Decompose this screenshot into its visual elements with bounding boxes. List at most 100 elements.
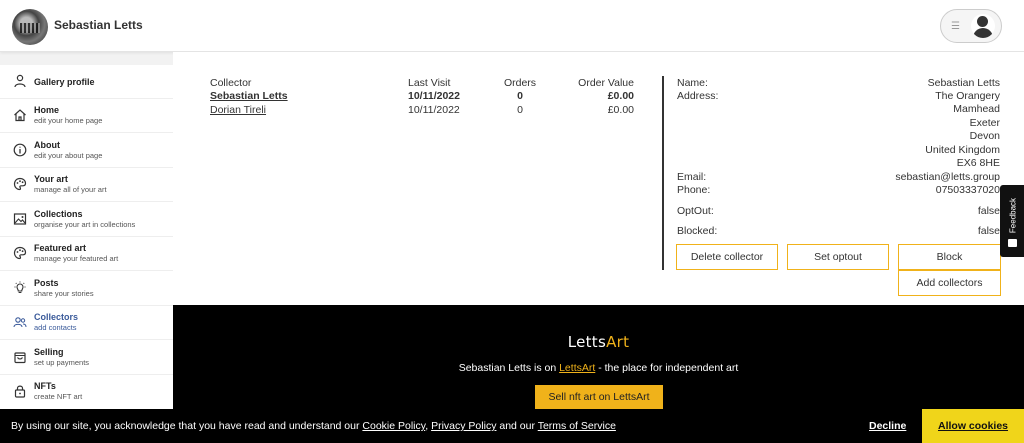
address-line: United Kingdom: [925, 144, 1000, 156]
cookie-and-our: and our: [496, 420, 538, 432]
allow-cookies-button[interactable]: Allow cookies: [922, 409, 1024, 443]
shopping-bag-icon: [14, 352, 26, 364]
phone-label: Phone:: [677, 184, 711, 196]
people-icon: [13, 317, 27, 328]
last-visit-cell: 10/11/2022: [408, 104, 460, 116]
lightbulb-icon: [14, 281, 26, 294]
delete-collector-button[interactable]: Delete collector: [676, 244, 778, 270]
address-line: Devon: [969, 130, 1000, 142]
tagline-suffix: - the place for independent art: [595, 362, 739, 374]
sidebar-item-collectors[interactable]: Collectors add contacts: [0, 306, 173, 340]
sidebar-item-sublabel: add contacts: [34, 323, 77, 332]
collector-name-link[interactable]: Dorian Tireli: [210, 104, 266, 116]
orders-cell: 0: [517, 90, 523, 102]
gallery-avatar[interactable]: [12, 9, 48, 45]
optout-value: false: [977, 205, 1000, 217]
terms-link[interactable]: Terms of Service: [538, 420, 616, 432]
sidebar-item-collections[interactable]: Collections organise your art in collect…: [0, 203, 173, 237]
lettsart-logo[interactable]: LettsArt: [173, 333, 1024, 351]
sidebar-item-sublabel: manage your featured art: [34, 254, 119, 263]
user-avatar-icon: [971, 14, 995, 38]
column-header-last-visit: Last Visit: [408, 77, 451, 89]
cookie-text: By using our site, you acknowledge that …: [11, 420, 616, 432]
sidebar-item-label: Selling: [34, 347, 64, 357]
sidebar-item-label: About: [34, 140, 60, 150]
orders-cell: 0: [517, 104, 523, 116]
name-value: Sebastian Letts: [927, 77, 1000, 89]
block-button[interactable]: Block: [898, 244, 1001, 270]
sidebar-item-your-art[interactable]: Your art manage all of your art: [0, 168, 173, 202]
collectors-panel: Collector Last Visit Orders Order Value …: [173, 52, 1024, 305]
order-value-cell: £0.00: [607, 104, 634, 116]
last-visit-cell: 10/11/2022: [408, 90, 460, 102]
image-icon: [13, 213, 27, 225]
column-header-order-value: Order Value: [578, 77, 634, 89]
vertical-divider: [662, 76, 664, 270]
cookie-text-prefix: By using our site, you acknowledge that …: [11, 420, 363, 432]
column-header-orders: Orders: [503, 77, 537, 89]
footer: LettsArt Sebastian Letts is on LettsArt …: [173, 305, 1024, 410]
sidebar-item-label: Collections: [34, 209, 83, 219]
address-line: Exeter: [969, 117, 1000, 129]
sidebar-item-sublabel: organise your art in collections: [34, 220, 136, 229]
cookie-policy-link[interactable]: Cookie Policy: [362, 420, 425, 432]
sidebar-item-nfts[interactable]: NFTs create NFT art: [0, 375, 173, 409]
feedback-icon: [1008, 239, 1017, 247]
home-icon: [14, 109, 26, 122]
gallery-name[interactable]: Sebastian Letts: [54, 18, 143, 32]
sidebar-item-sublabel: share your stories: [34, 289, 94, 298]
sidebar-item-label: Collectors: [34, 312, 79, 322]
sidebar-item-sublabel: set up payments: [34, 358, 90, 367]
sidebar-item-label: Home: [34, 105, 60, 115]
palette-icon: [13, 246, 27, 260]
column-header-collector: Collector: [210, 77, 252, 89]
address-line: The Orangery: [935, 90, 1000, 102]
top-header: Sebastian Letts ☰: [0, 0, 1024, 52]
menu-icon: ☰: [951, 21, 960, 32]
sidebar-item-home[interactable]: Home edit your home page: [0, 99, 173, 133]
sidebar-item-about[interactable]: About edit your about page: [0, 134, 173, 168]
name-label: Name:: [677, 77, 708, 89]
tagline-prefix: Sebastian Letts is on: [458, 362, 560, 374]
logo-accent-text: Art: [606, 333, 630, 351]
collector-name-link[interactable]: Sebastian Letts: [210, 90, 288, 102]
email-value: sebastian@letts.group: [895, 171, 1000, 183]
sidebar-item-label: Posts: [34, 278, 59, 288]
feedback-tab[interactable]: Feedback: [1000, 185, 1024, 257]
add-collectors-button[interactable]: Add collectors: [898, 270, 1001, 296]
lock-icon: [14, 385, 26, 398]
info-icon: [13, 143, 27, 157]
lettsart-link[interactable]: LettsArt: [559, 362, 595, 374]
sidebar-item-label: Featured art: [34, 243, 87, 253]
order-value-cell: £0.00: [607, 90, 634, 102]
sidebar-item-gallery-profile[interactable]: Gallery profile: [0, 65, 173, 99]
palette-icon: [13, 177, 27, 191]
address-line: Mamhead: [953, 103, 1000, 115]
sidebar-item-sublabel: edit your about page: [34, 151, 103, 160]
person-icon: [14, 74, 26, 88]
address-label: Address:: [677, 90, 719, 102]
sidebar: Gallery profile Home edit your home page…: [0, 65, 173, 410]
sell-nft-button[interactable]: Sell nft art on LettsArt: [535, 385, 663, 409]
decline-cookies-button[interactable]: Decline: [869, 420, 906, 432]
sidebar-item-posts[interactable]: Posts share your stories: [0, 272, 173, 306]
set-optout-button[interactable]: Set optout: [787, 244, 889, 270]
address-line: EX6 8HE: [956, 157, 1000, 169]
sidebar-item-label: Your art: [34, 174, 68, 184]
sidebar-item-selling[interactable]: Selling set up payments: [0, 341, 173, 375]
cookie-banner: By using our site, you acknowledge that …: [0, 409, 1024, 443]
feedback-label: Feedback: [1008, 197, 1018, 234]
footer-tagline: Sebastian Letts is on LettsArt - the pla…: [173, 362, 1024, 374]
sidebar-item-featured-art[interactable]: Featured art manage your featured art: [0, 237, 173, 271]
sidebar-item-label: NFTs: [34, 381, 56, 391]
sidebar-item-sublabel: create NFT art: [34, 392, 83, 401]
sidebar-item-sublabel: edit your home page: [34, 116, 103, 125]
phone-value: 07503337020: [935, 184, 1000, 196]
privacy-policy-link[interactable]: Privacy Policy: [431, 420, 496, 432]
blocked-value: false: [977, 225, 1000, 237]
sidebar-item-label: Gallery profile: [34, 77, 95, 87]
logo-text: Letts: [567, 333, 607, 351]
sidebar-item-sublabel: manage all of your art: [34, 185, 107, 194]
user-menu-button[interactable]: ☰: [940, 9, 1002, 43]
blocked-label: Blocked:: [677, 225, 718, 237]
